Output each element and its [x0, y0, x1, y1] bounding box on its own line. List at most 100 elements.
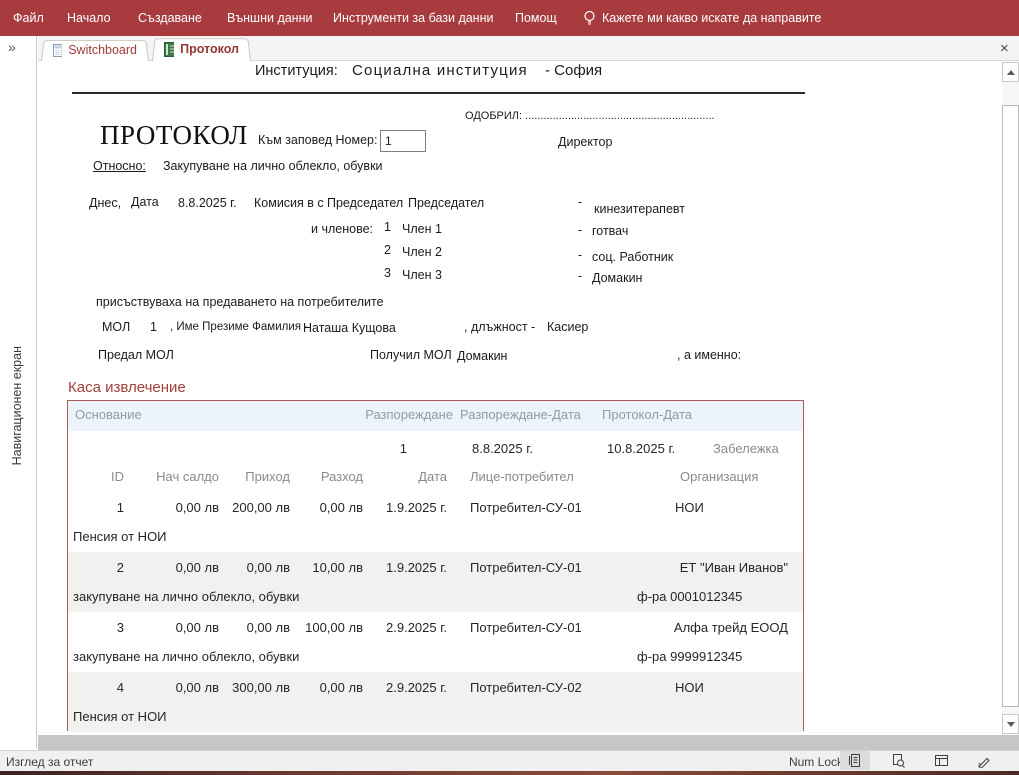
navigation-pane-collapsed[interactable]: » Навигационен екран — [0, 36, 37, 748]
cell-income: 0,00 лв — [225, 560, 290, 575]
cell-date: 1.9.2025 г. — [375, 500, 447, 515]
print-preview-button[interactable] — [883, 751, 913, 770]
member-role[interactable]: готвач — [592, 224, 628, 238]
ribbon-tab-db-tools[interactable]: Инструменти за бази данни — [333, 11, 493, 25]
cell-start-balance: 0,00 лв — [130, 620, 219, 635]
tab-protokol-active[interactable]: Протокол — [152, 37, 251, 61]
tell-me-box[interactable]: Кажете ми какво искате да направите — [602, 11, 821, 25]
mol-names-label: , Име Презиме Фамилия - — [170, 321, 308, 333]
cell-income: 0,00 лв — [225, 620, 290, 635]
cell-date: 2.9.2025 г. — [375, 620, 447, 635]
mol-pos[interactable]: Касиер — [547, 320, 588, 334]
layout-view-icon — [934, 753, 949, 768]
cell-id: 3 — [98, 620, 124, 635]
chair-dash: - — [578, 195, 582, 209]
chair-name[interactable]: Председател — [408, 196, 484, 210]
layout-view-button[interactable] — [926, 751, 956, 770]
member-num: 1 — [384, 220, 391, 234]
cell-organization: НОИ — [560, 500, 788, 515]
cell-income: 200,00 лв — [225, 500, 290, 515]
report-view-button[interactable] — [840, 751, 870, 770]
horizontal-scrollbar-track[interactable] — [38, 735, 1019, 750]
header-rule — [72, 92, 805, 94]
col-income: Приход — [225, 469, 290, 484]
ribbon-tab-create[interactable]: Създаване — [138, 11, 202, 25]
scroll-up-button[interactable] — [1002, 62, 1019, 82]
col-protokol-data: Протокол-Дата — [602, 407, 692, 422]
cell-start-balance: 0,00 лв — [130, 680, 219, 695]
institution-city[interactable]: - София — [545, 62, 602, 79]
mol-num[interactable]: 1 — [150, 320, 157, 334]
received-value[interactable]: Домакин — [457, 349, 507, 363]
col-osnovanie: Основание — [75, 407, 142, 422]
handed-label: Предал МОЛ — [98, 348, 174, 362]
order-number[interactable]: 1 — [367, 441, 407, 456]
cell-date: 2.9.2025 г. — [375, 680, 447, 695]
ribbon-tab-home[interactable]: Начало — [67, 11, 111, 25]
cell-invoice: ф-ра 0001012345 — [637, 589, 742, 604]
up-arrow-icon — [1007, 70, 1015, 75]
chair-role[interactable]: кинезитерапевт — [594, 202, 685, 216]
cell-expense: 100,00 лв — [295, 620, 363, 635]
ribbon-tab-file[interactable]: Файл — [13, 11, 44, 25]
design-view-button[interactable] — [969, 751, 999, 770]
re-value[interactable]: Закупуване на лично облекло, обувки — [163, 159, 383, 173]
chair-label: Председател — [327, 196, 403, 210]
namely-label: , а именно: — [677, 348, 741, 362]
down-arrow-icon — [1007, 722, 1015, 727]
nav-expand-icon[interactable]: » — [8, 39, 16, 55]
order-values-row: 1 8.8.2025 г. 10.8.2025 г. Забележка — [68, 441, 803, 461]
cell-expense: 10,00 лв — [295, 560, 363, 575]
mol-name[interactable]: Наташа Кущова — [303, 321, 396, 335]
cell-note: Пенсия от НОИ — [73, 529, 167, 544]
today-date[interactable]: 8.8.2025 г. — [178, 196, 237, 210]
cell-expense: 0,00 лв — [295, 680, 363, 695]
member-num: 3 — [384, 266, 391, 280]
order-number-input[interactable]: 1 — [380, 130, 426, 152]
date-word: Дата — [131, 195, 159, 209]
table-record[interactable]: 2 0,00 лв 0,00 лв 10,00 лв 1.9.2025 г. П… — [68, 552, 803, 612]
member-role[interactable]: Домакин — [592, 271, 642, 285]
nav-pane-label: Навигационен екран — [10, 346, 24, 465]
column-header-row: ID Нач салдо Приход Разход Дата Лице-пот… — [68, 469, 803, 489]
ribbon-tab-help[interactable]: Помощ — [515, 11, 557, 25]
order-number-value: 1 — [385, 134, 392, 148]
member-dash: - — [578, 269, 582, 283]
table-record[interactable]: 1 0,00 лв 200,00 лв 0,00 лв 1.9.2025 г. … — [68, 492, 803, 552]
cell-date: 1.9.2025 г. — [375, 560, 447, 575]
member-role[interactable]: соц. Работник — [592, 250, 673, 264]
member-name[interactable]: Член 3 — [402, 268, 442, 282]
status-view-label: Изглед за отчет — [6, 755, 93, 769]
today-label: Днес, — [89, 196, 121, 210]
cell-expense: 0,00 лв — [295, 500, 363, 515]
close-tab-icon[interactable]: × — [1000, 40, 1009, 57]
tab-switchboard[interactable]: Switchboard — [41, 39, 149, 61]
protocol-date[interactable]: 10.8.2025 г. — [607, 441, 675, 456]
cell-organization: НОИ — [560, 680, 788, 695]
scroll-down-button[interactable] — [1002, 714, 1019, 734]
cell-invoice: ф-ра 9999912345 — [637, 649, 742, 664]
lightbulb-icon — [582, 9, 597, 26]
approved-title: Директор — [558, 135, 612, 149]
table-record[interactable]: 3 0,00 лв 0,00 лв 100,00 лв 2.9.2025 г. … — [68, 612, 803, 672]
note-column-label: Забележка — [713, 441, 779, 456]
window-bottom-edge — [0, 771, 1019, 775]
table-header-band: Основание Разпореждане Разпореждане-Дата… — [68, 401, 803, 431]
scrollbar-thumb[interactable] — [1002, 105, 1019, 707]
col-start-balance: Нач салдо — [130, 469, 219, 484]
member-name[interactable]: Член 2 — [402, 245, 442, 259]
ribbon-tab-external-data[interactable]: Външни данни — [227, 11, 312, 25]
cell-organization: Алфа трейд ЕООД — [560, 620, 788, 635]
commission-label: Комисия в с — [254, 196, 324, 210]
member-name[interactable]: Член 1 — [402, 222, 442, 236]
mol-label: МОЛ — [102, 320, 130, 334]
order-date[interactable]: 8.8.2025 г. — [472, 441, 533, 456]
report-view-icon — [848, 753, 863, 768]
re-label: Относно: — [93, 159, 146, 173]
col-id: ID — [98, 469, 124, 484]
cell-start-balance: 0,00 лв — [130, 500, 219, 515]
tab-switchboard-label: Switchboard — [68, 43, 137, 57]
institution-value[interactable]: Социална институция — [352, 62, 528, 79]
table-record[interactable]: 4 0,00 лв 300,00 лв 0,00 лв 2.9.2025 г. … — [68, 672, 803, 732]
tab-protokol-label: Протокол — [180, 42, 239, 56]
